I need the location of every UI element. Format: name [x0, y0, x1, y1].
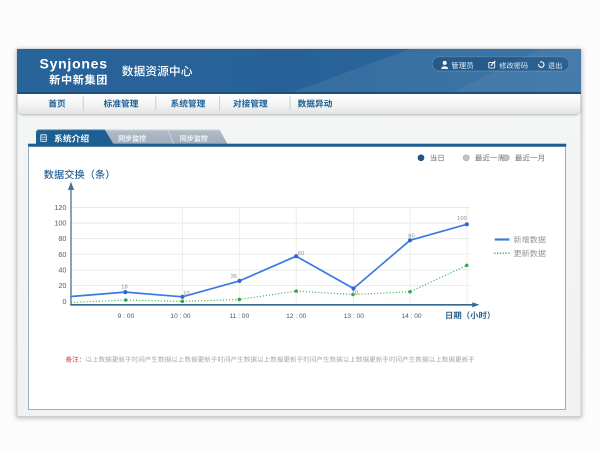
svg-text:60: 60 — [298, 251, 304, 257]
svg-text:10: 10 — [352, 291, 358, 297]
svg-text:120: 120 — [54, 203, 66, 212]
svg-text:18: 18 — [121, 284, 127, 290]
svg-text:14 : 00: 14 : 00 — [401, 313, 421, 320]
svg-text:12 : 00: 12 : 00 — [286, 313, 306, 320]
svg-text:9 : 00: 9 : 00 — [118, 313, 135, 320]
svg-text:11 : 00: 11 : 00 — [229, 313, 249, 320]
svg-text:Synjones: Synjones — [40, 56, 108, 72]
svg-text:0: 0 — [62, 297, 66, 306]
svg-text:100: 100 — [457, 216, 467, 222]
svg-text:13 : 00: 13 : 00 — [344, 313, 364, 320]
svg-text:20: 20 — [58, 281, 66, 290]
svg-text:10: 10 — [183, 291, 189, 297]
svg-text:10 : 00: 10 : 00 — [170, 313, 190, 320]
svg-text:40: 40 — [58, 266, 66, 275]
svg-text:60: 60 — [58, 250, 66, 259]
svg-text:100: 100 — [54, 219, 66, 228]
svg-text:35: 35 — [231, 274, 237, 280]
svg-text:80: 80 — [408, 234, 414, 240]
svg-text:80: 80 — [58, 234, 66, 243]
